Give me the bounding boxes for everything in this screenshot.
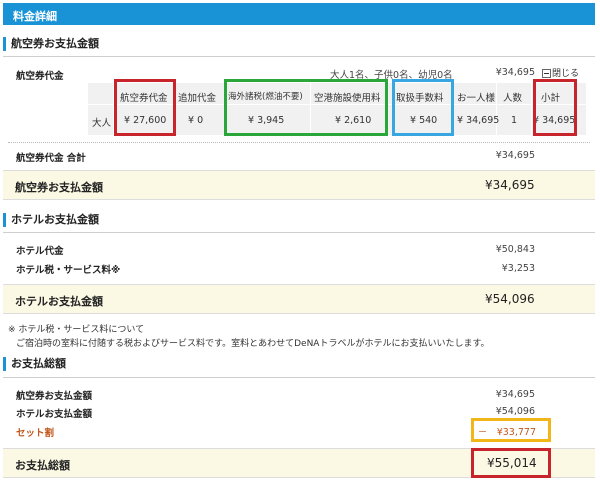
- highlight-box-taxes: [224, 79, 388, 136]
- hotel-tax-label: ホテル税・サービス料※: [16, 265, 121, 276]
- page-title: 料金詳細: [13, 10, 57, 23]
- highlight-box-grand-total: [471, 448, 551, 478]
- hotel-tax-amount: ¥3,253: [501, 263, 535, 274]
- airfare-pay-amount: ¥34,695: [485, 178, 535, 192]
- highlight-box-handling-fee: [392, 79, 454, 136]
- set-discount-amount: － ¥33,777: [477, 427, 536, 438]
- airfare-pay-band: 航空券お支払金額 ¥34,695: [3, 170, 595, 200]
- grand-total-label: お支払総額: [15, 459, 70, 472]
- airfare-row-label: 航空券代金: [16, 71, 64, 82]
- airfare-summary-amount: ¥34,695: [495, 67, 535, 78]
- highlight-box-subtotal: [533, 79, 577, 136]
- airfare-section-title: 航空券お支払金額: [3, 37, 99, 51]
- hotel-section-title: ホテルお支払金額: [3, 213, 99, 227]
- hotel-tax-note-body: ご宿泊時の室料に付随する税およびサービス料です。室料とあわせてDeNAトラベルが…: [16, 339, 490, 349]
- col-header-additional: 追加代金: [178, 93, 217, 104]
- col-sep: [496, 83, 497, 135]
- hotel-pay-label: ホテルお支払金額: [15, 295, 103, 308]
- total-hotel-label: ホテルお支払金額: [16, 409, 93, 420]
- total-airfare-label: 航空券お支払金額: [16, 391, 93, 402]
- hotel-pay-band: ホテルお支払金額 ¥54,096: [3, 284, 595, 314]
- total-hotel-amount: ¥54,096: [495, 406, 535, 417]
- divider: [3, 56, 595, 57]
- cell-count: 1: [511, 115, 518, 126]
- dotted-divider: [8, 142, 590, 143]
- hotel-fee-label: ホテル代金: [16, 246, 64, 257]
- hotel-tax-note-title: ※ ホテル税・サービス料について: [8, 325, 145, 335]
- cell-per-person: ¥ 34,695: [457, 115, 500, 126]
- airfare-total-label: 航空券代金 合計: [16, 153, 86, 164]
- col-header-per-person: お一人様: [457, 93, 496, 104]
- row-type-adult: 大人: [92, 118, 112, 129]
- close-label: 閉じる: [552, 69, 580, 79]
- divider: [3, 232, 595, 233]
- total-airfare-amount: ¥34,695: [495, 389, 535, 400]
- set-discount-label: セット割: [16, 428, 55, 439]
- divider: [3, 377, 595, 378]
- close-toggle[interactable]: 閉じる: [542, 66, 579, 79]
- header-bar: 料金詳細: [3, 3, 595, 25]
- cell-additional: ¥ 0: [188, 115, 204, 126]
- hotel-fee-amount: ¥50,843: [495, 244, 535, 255]
- col-header-count: 人数: [503, 93, 523, 104]
- airfare-total-amount: ¥34,695: [495, 150, 535, 161]
- minus-icon: [542, 69, 551, 78]
- total-section-title: お支払総額: [3, 357, 66, 371]
- hotel-pay-amount: ¥54,096: [485, 292, 535, 306]
- highlight-box-airfare: [114, 79, 176, 136]
- airfare-pay-label: 航空券お支払金額: [15, 181, 103, 194]
- col-sep: [531, 83, 532, 135]
